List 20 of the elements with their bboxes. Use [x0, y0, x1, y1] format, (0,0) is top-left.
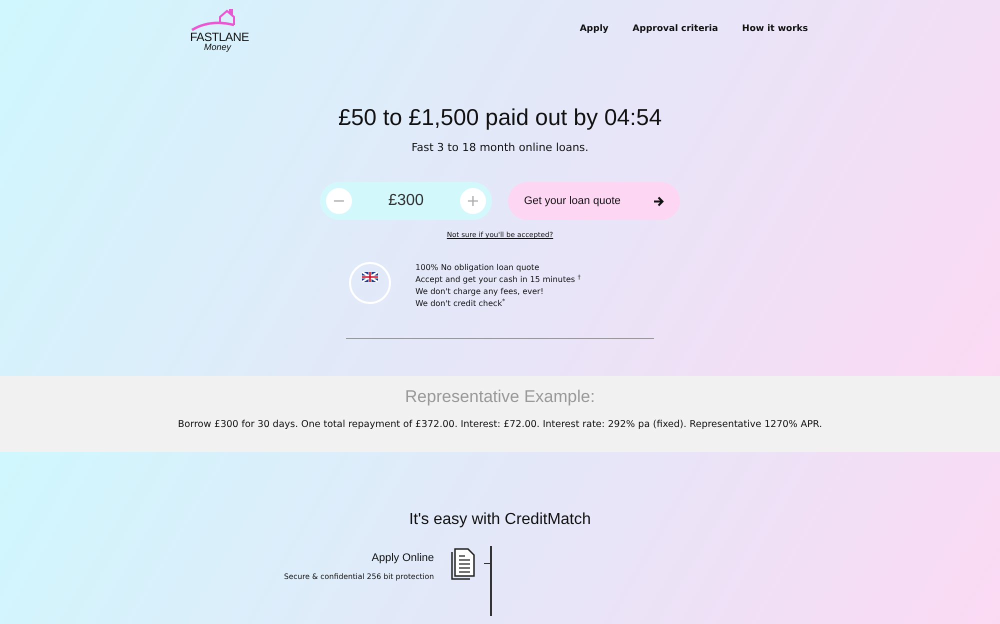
loan-amount: £300: [388, 191, 424, 212]
feature-item: We don't charge any fees, ever!: [415, 286, 545, 298]
section-title: Representative Example:: [404, 386, 596, 408]
logo-tagline: Money: [204, 43, 232, 52]
step-title: Apply Online: [370, 551, 434, 566]
nav-link[interactable]: Approval criteria: [632, 23, 718, 36]
feature-item: 100% No obligation loan quote: [415, 262, 540, 274]
logo-text: FASTLANE: [190, 31, 249, 43]
feature-item: Accept and get your cash in 15 minutes $^{†}$: [415, 274, 581, 286]
feature-item: We don't credit check$^{*}$: [415, 298, 506, 310]
document-icon: [450, 548, 476, 580]
subtitle: Fast 3 to 18 month online loans.: [410, 140, 590, 156]
arrow-icon: [653, 196, 664, 207]
quote-button[interactable]: Get your loan quote: [508, 182, 680, 220]
example-text: Borrow £300 for 30 days. One total repayment of £372.00. Interest: £72.00. Interest rate: 292% pa (fixed). Representative 1270% APR.: [176, 418, 824, 432]
nav-link[interactable]: Apply: [580, 23, 609, 36]
headline: £50 to £1,500 paid out by 04:54: [337, 104, 663, 132]
section-title: It's easy with CreditMatch: [408, 510, 592, 530]
nav-link[interactable]: How it works: [742, 23, 808, 36]
flag-icon: [362, 272, 378, 282]
